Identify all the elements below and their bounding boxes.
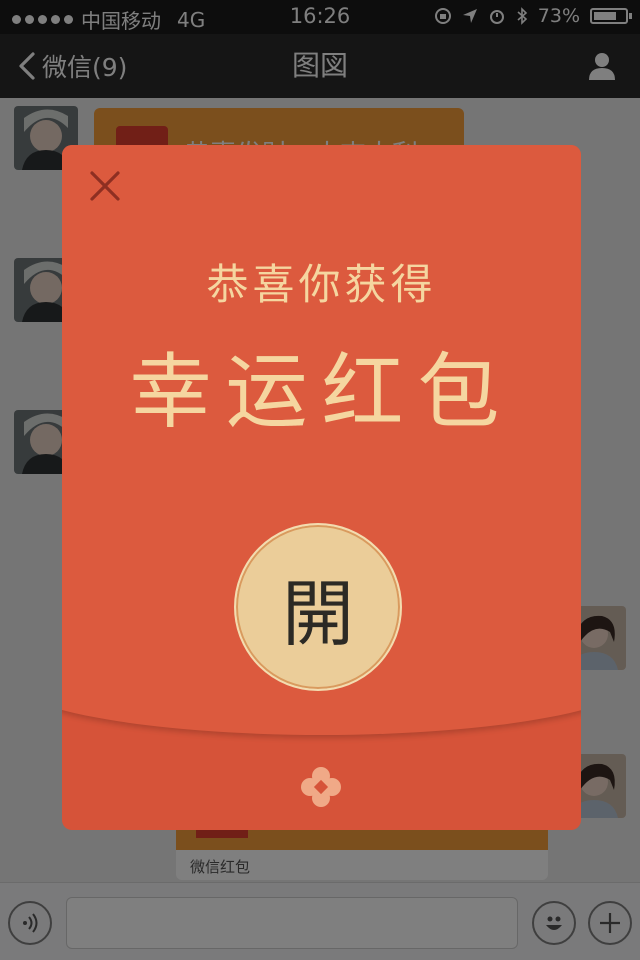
red-packet-subtitle: 恭喜你获得 (206, 260, 437, 309)
red-packet-dialog: 恭喜你获得 幸运红包 開 (62, 145, 581, 830)
close-button[interactable] (84, 165, 126, 207)
wechat-pay-logo-icon (301, 767, 341, 807)
red-packet-headline: 幸运红包 (129, 345, 514, 440)
open-button[interactable]: 開 (234, 523, 402, 691)
open-label: 開 (281, 571, 354, 656)
